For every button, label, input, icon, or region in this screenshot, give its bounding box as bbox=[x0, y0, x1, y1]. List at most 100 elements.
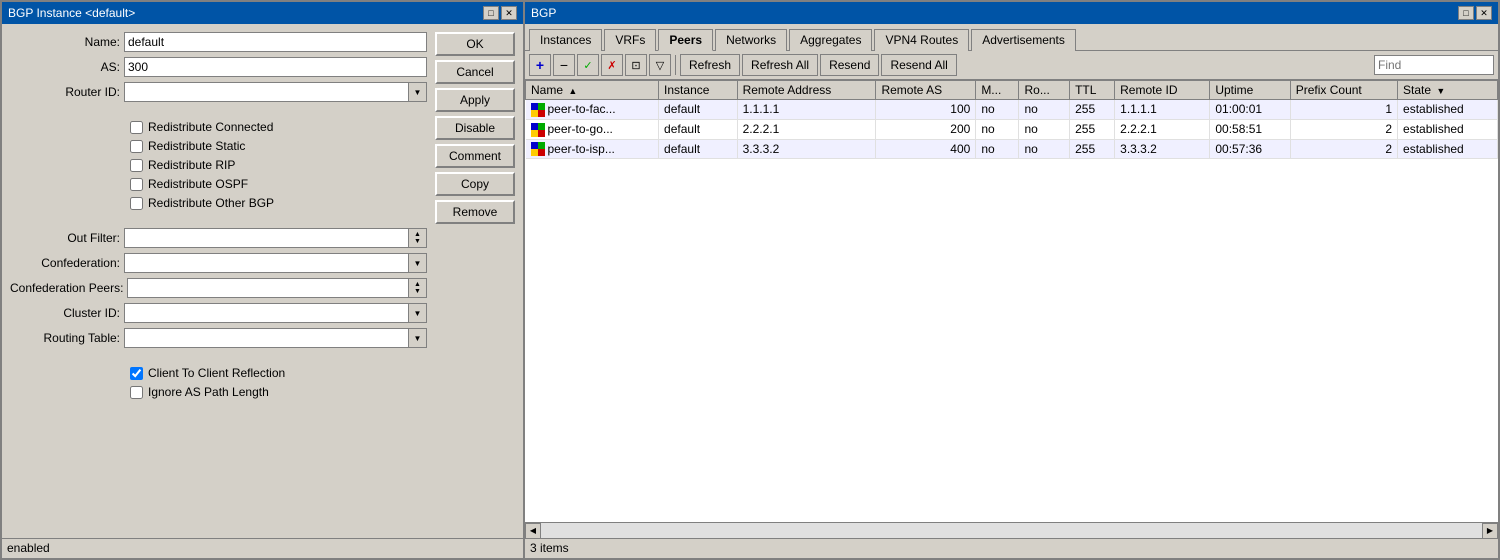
tab-peers[interactable]: Peers bbox=[658, 29, 713, 51]
left-restore-button[interactable]: □ bbox=[483, 6, 499, 20]
scroll-right-button[interactable]: ▶ bbox=[1482, 523, 1498, 539]
col-ttl[interactable]: TTL bbox=[1070, 81, 1115, 100]
scroll-track[interactable] bbox=[541, 523, 1482, 539]
table-row[interactable]: peer-to-fac...default1.1.1.1100nono2551.… bbox=[526, 100, 1498, 120]
cell-m: no bbox=[976, 119, 1019, 139]
tab-vpn4routes[interactable]: VPN4 Routes bbox=[874, 29, 969, 51]
cell-remote-id: 1.1.1.1 bbox=[1115, 100, 1210, 120]
tab-advertisements[interactable]: Advertisements bbox=[971, 29, 1076, 51]
routing-table-row: Routing Table: ▼ bbox=[10, 328, 427, 348]
copy-toolbar-button[interactable]: ⊡ bbox=[625, 54, 647, 76]
right-restore-button[interactable]: □ bbox=[1458, 6, 1474, 20]
cell-ttl: 255 bbox=[1070, 139, 1115, 159]
col-remote-address[interactable]: Remote Address bbox=[737, 81, 876, 100]
tab-networks[interactable]: Networks bbox=[715, 29, 787, 51]
add-button[interactable]: + bbox=[529, 54, 551, 76]
router-id-input[interactable] bbox=[124, 82, 409, 102]
tab-aggregates[interactable]: Aggregates bbox=[789, 29, 872, 51]
refresh-button[interactable]: Refresh bbox=[680, 54, 740, 76]
right-close-button[interactable]: ✕ bbox=[1476, 6, 1492, 20]
out-filter-dropdown-btn[interactable]: ▲▼ bbox=[409, 228, 427, 248]
cell-uptime: 00:57:36 bbox=[1210, 139, 1290, 159]
disable-button[interactable]: Disable bbox=[435, 116, 515, 140]
right-status-bar: 3 items bbox=[525, 538, 1498, 558]
col-state[interactable]: State ▼ bbox=[1398, 81, 1498, 100]
peers-table-container: Name ▲ Instance Remote Address Remote AS… bbox=[525, 80, 1498, 522]
state-sort-arrow-icon: ▼ bbox=[1436, 86, 1445, 96]
cell-name: peer-to-isp... bbox=[526, 139, 659, 159]
confederation-peers-dropdown-btn[interactable]: ▲▼ bbox=[409, 278, 427, 298]
cross-button[interactable]: ✗ bbox=[601, 54, 623, 76]
col-m[interactable]: M... bbox=[976, 81, 1019, 100]
comment-button[interactable]: Comment bbox=[435, 144, 515, 168]
client-to-client-label: Client To Client Reflection bbox=[148, 366, 285, 380]
redistribute-rip-checkbox[interactable] bbox=[130, 159, 143, 172]
routing-table-dropdown-btn[interactable]: ▼ bbox=[409, 328, 427, 348]
left-close-button[interactable]: ✕ bbox=[501, 6, 517, 20]
tab-instances[interactable]: Instances bbox=[529, 29, 602, 51]
peer-status-icon bbox=[531, 123, 545, 137]
cell-name-text: peer-to-fac... bbox=[548, 102, 616, 116]
redistribute-ospf-label: Redistribute OSPF bbox=[148, 177, 248, 191]
out-filter-label: Out Filter: bbox=[10, 231, 120, 245]
buttons-section: OK Cancel Apply Disable Comment Copy Rem… bbox=[435, 32, 515, 530]
as-input[interactable] bbox=[124, 57, 427, 77]
cluster-id-dropdown-btn[interactable]: ▼ bbox=[409, 303, 427, 323]
confederation-dropdown-btn[interactable]: ▼ bbox=[409, 253, 427, 273]
col-instance[interactable]: Instance bbox=[659, 81, 738, 100]
col-prefix-count[interactable]: Prefix Count bbox=[1290, 81, 1397, 100]
confederation-input[interactable] bbox=[124, 253, 409, 273]
cell-prefix-count: 2 bbox=[1290, 139, 1397, 159]
ignore-as-path-label: Ignore AS Path Length bbox=[148, 385, 269, 399]
redistribute-static-checkbox[interactable] bbox=[130, 140, 143, 153]
right-title-bar: BGP □ ✕ bbox=[525, 2, 1498, 24]
remove-toolbar-button[interactable]: − bbox=[553, 54, 575, 76]
cell-remote-address: 1.1.1.1 bbox=[737, 100, 876, 120]
redistribute-static-row: Redistribute Static bbox=[130, 139, 427, 153]
col-uptime[interactable]: Uptime bbox=[1210, 81, 1290, 100]
check-button[interactable]: ✓ bbox=[577, 54, 599, 76]
table-row[interactable]: peer-to-go...default2.2.2.1200nono2552.2… bbox=[526, 119, 1498, 139]
redistribute-static-label: Redistribute Static bbox=[148, 139, 245, 153]
client-to-client-checkbox[interactable] bbox=[130, 367, 143, 380]
col-name[interactable]: Name ▲ bbox=[526, 81, 659, 100]
router-id-dropdown-btn[interactable]: ▼ bbox=[409, 82, 427, 102]
col-ro[interactable]: Ro... bbox=[1019, 81, 1070, 100]
ok-button[interactable]: OK bbox=[435, 32, 515, 56]
table-body: peer-to-fac...default1.1.1.1100nono2551.… bbox=[526, 100, 1498, 159]
redistribute-connected-checkbox[interactable] bbox=[130, 121, 143, 134]
col-remote-id[interactable]: Remote ID bbox=[1115, 81, 1210, 100]
cluster-id-input[interactable] bbox=[124, 303, 409, 323]
refresh-all-button[interactable]: Refresh All bbox=[742, 54, 818, 76]
table-row[interactable]: peer-to-isp...default3.3.3.2400nono2553.… bbox=[526, 139, 1498, 159]
cell-uptime: 01:00:01 bbox=[1210, 100, 1290, 120]
copy-button[interactable]: Copy bbox=[435, 172, 515, 196]
form-section: Name: AS: Router ID: ▼ Redistribute bbox=[10, 32, 427, 530]
resend-button[interactable]: Resend bbox=[820, 54, 879, 76]
name-row: Name: bbox=[10, 32, 427, 52]
remove-button[interactable]: Remove bbox=[435, 200, 515, 224]
col-remote-as[interactable]: Remote AS bbox=[876, 81, 976, 100]
resend-all-button[interactable]: Resend All bbox=[881, 54, 956, 76]
scroll-left-button[interactable]: ◀ bbox=[525, 523, 541, 539]
peers-table: Name ▲ Instance Remote Address Remote AS… bbox=[525, 80, 1498, 159]
cell-prefix-count: 2 bbox=[1290, 119, 1397, 139]
filter-button[interactable]: ▽ bbox=[649, 54, 671, 76]
router-id-input-group: ▼ bbox=[124, 82, 427, 102]
redistribute-ospf-checkbox[interactable] bbox=[130, 178, 143, 191]
left-title-controls: □ ✕ bbox=[483, 6, 517, 20]
find-input[interactable] bbox=[1374, 55, 1494, 75]
apply-button[interactable]: Apply bbox=[435, 88, 515, 112]
tab-vrfs[interactable]: VRFs bbox=[604, 29, 656, 51]
redistribute-other-checkbox[interactable] bbox=[130, 197, 143, 210]
as-row: AS: bbox=[10, 57, 427, 77]
name-input[interactable] bbox=[124, 32, 427, 52]
routing-table-input-group: ▼ bbox=[124, 328, 427, 348]
out-filter-input[interactable] bbox=[124, 228, 409, 248]
ignore-as-path-checkbox[interactable] bbox=[130, 386, 143, 399]
left-title-bar: BGP Instance <default> □ ✕ bbox=[2, 2, 523, 24]
cancel-button[interactable]: Cancel bbox=[435, 60, 515, 84]
router-id-label: Router ID: bbox=[10, 85, 120, 99]
confederation-peers-input[interactable] bbox=[127, 278, 409, 298]
routing-table-input[interactable] bbox=[124, 328, 409, 348]
